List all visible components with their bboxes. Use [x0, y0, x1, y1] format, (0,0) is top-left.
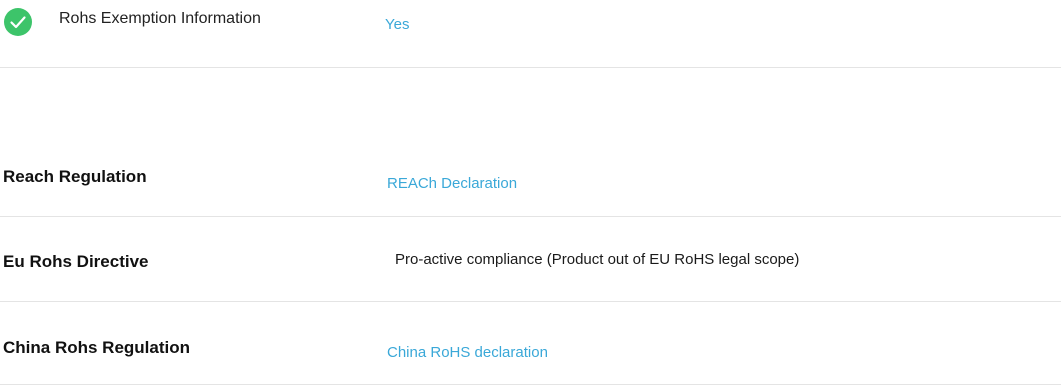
china-rohs-declaration-link[interactable]: China RoHS declaration — [387, 344, 548, 361]
china-rohs-regulation-label: China Rohs Regulation — [3, 338, 190, 357]
eu-rohs-directive-row: Eu Rohs Directive Pro-active compliance … — [0, 217, 1061, 302]
rohs-exemption-value-link[interactable]: Yes — [385, 16, 409, 33]
rohs-exemption-row: Rohs Exemption Information Yes — [0, 0, 1061, 68]
reach-regulation-row: Reach Regulation REACh Declaration — [0, 150, 1061, 217]
reach-regulation-label: Reach Regulation — [3, 167, 147, 186]
china-rohs-regulation-row: China Rohs Regulation China RoHS declara… — [0, 302, 1061, 385]
reach-declaration-link[interactable]: REACh Declaration — [387, 175, 517, 192]
eu-rohs-directive-value: Pro-active compliance (Product out of EU… — [395, 251, 800, 268]
rohs-exemption-label: Rohs Exemption Information — [59, 10, 261, 27]
check-circle-icon — [4, 8, 32, 36]
eu-rohs-directive-label: Eu Rohs Directive — [3, 252, 149, 271]
